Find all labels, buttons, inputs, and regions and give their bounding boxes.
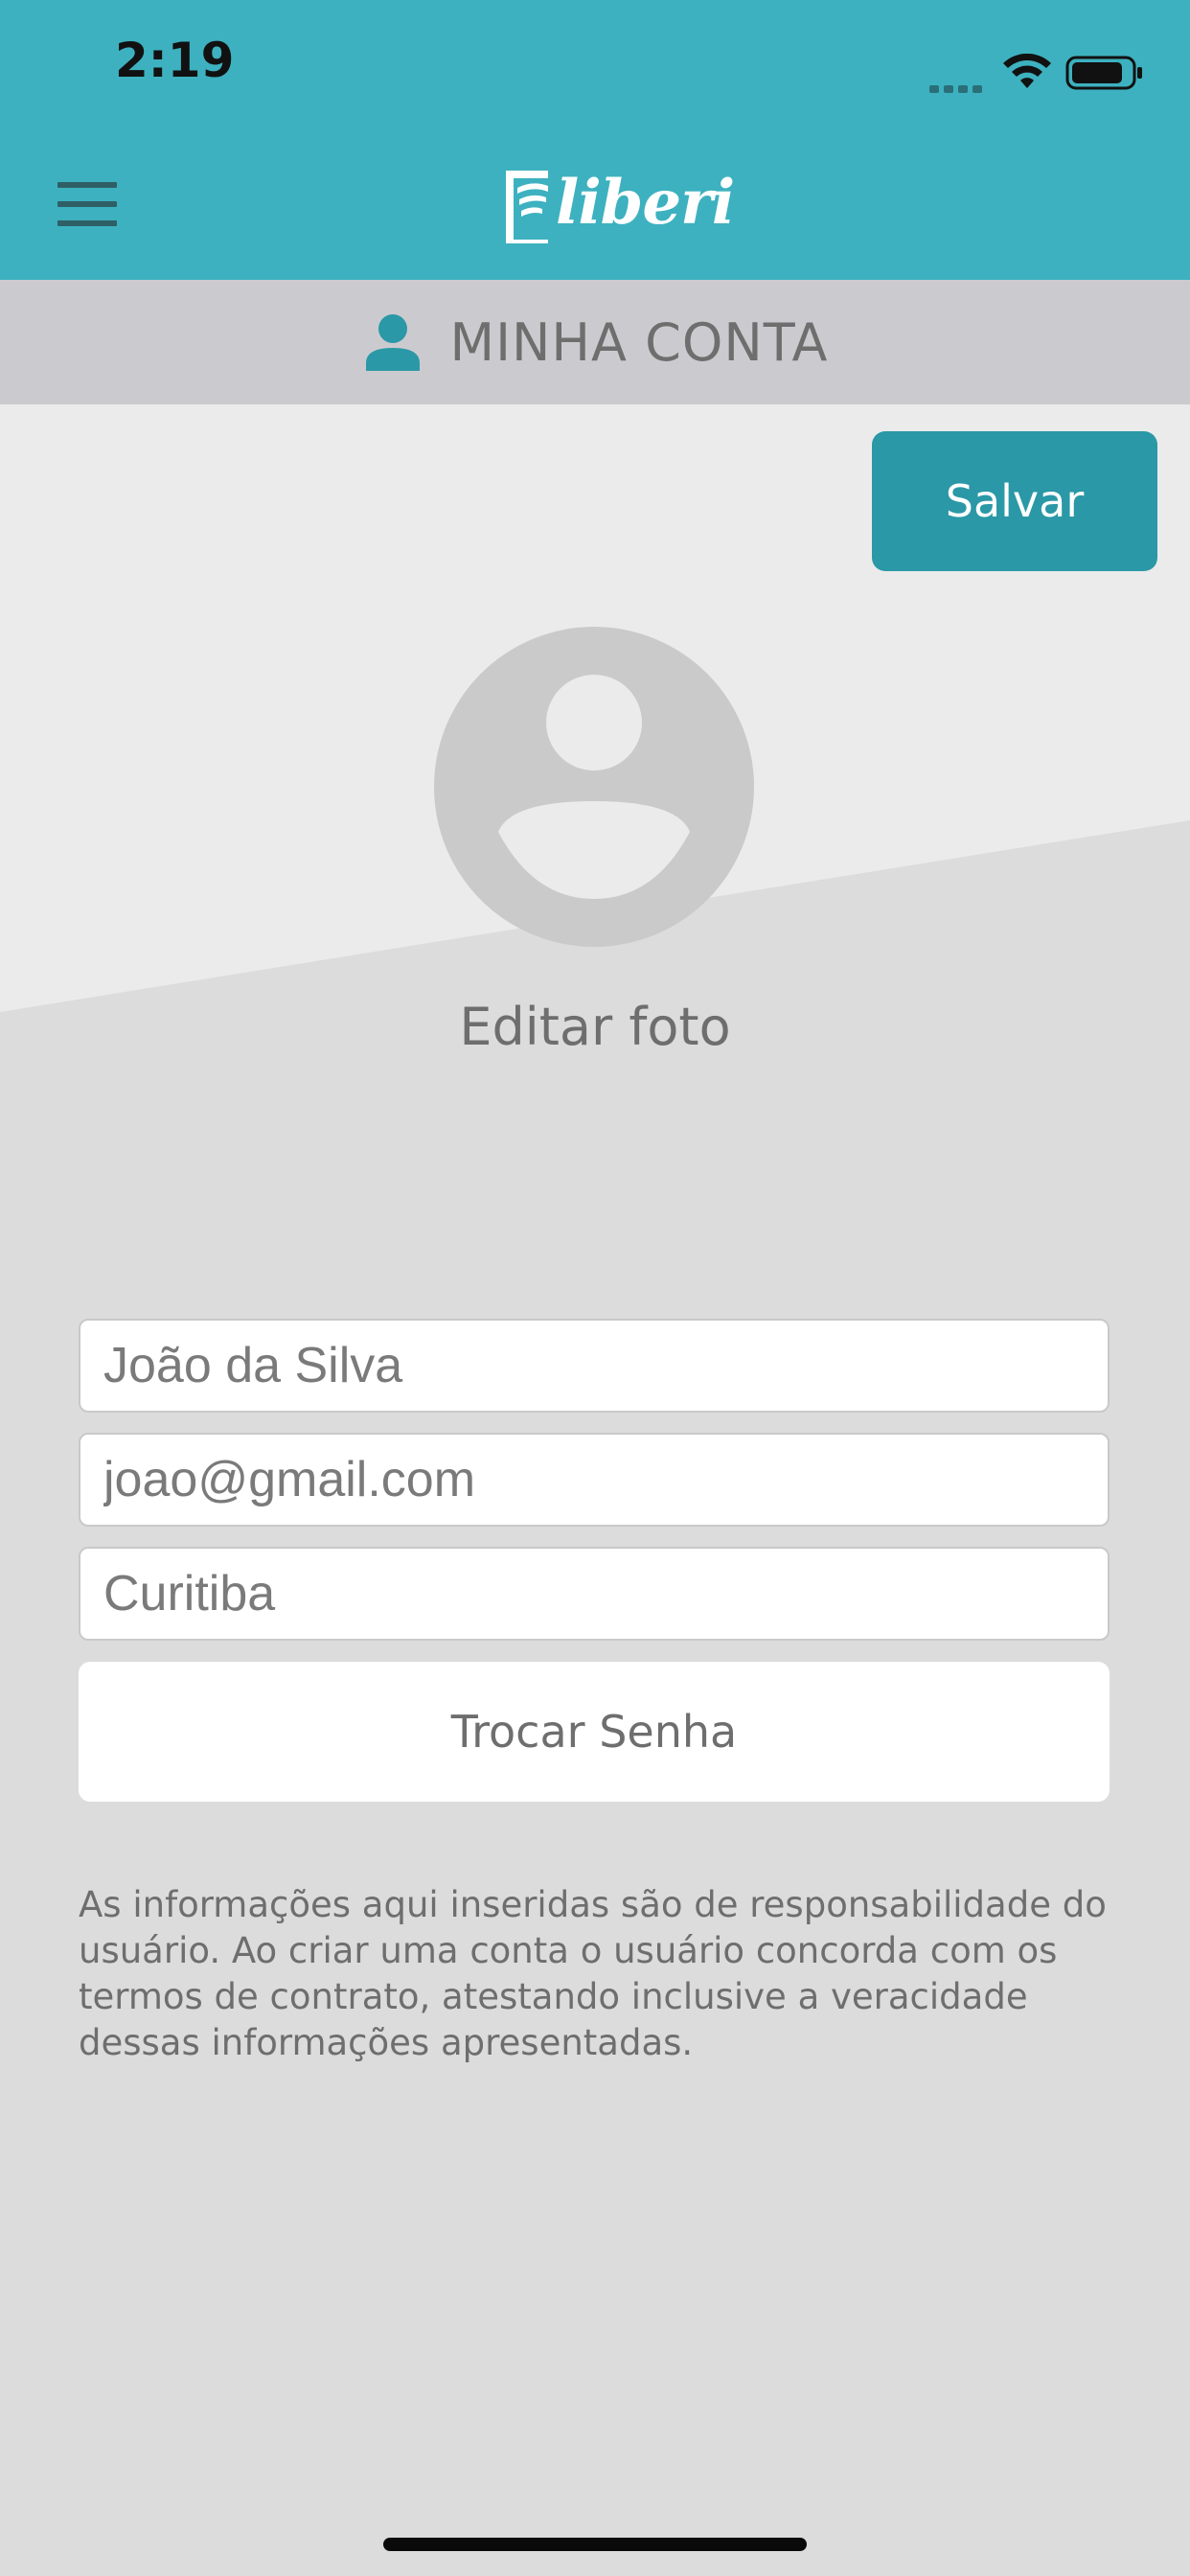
liberi-logo: liberi (498, 163, 735, 249)
logo-mark-icon (506, 171, 548, 243)
email-field[interactable] (79, 1433, 1110, 1527)
city-field[interactable] (79, 1547, 1110, 1641)
logo-text: liberi (556, 167, 735, 239)
change-password-button[interactable]: Trocar Senha (79, 1662, 1110, 1802)
account-screen: 2:19 liberi MINHA CONTA Salvar Editar fo… (0, 0, 1190, 2576)
avatar-placeholder-icon[interactable] (434, 627, 754, 947)
name-field[interactable] (79, 1319, 1110, 1413)
home-indicator[interactable] (383, 2538, 807, 2551)
page-title: MINHA CONTA (449, 311, 829, 373)
edit-photo-link[interactable]: Editar foto (0, 997, 1190, 1057)
person-icon (365, 314, 420, 371)
hamburger-menu-icon[interactable] (57, 182, 119, 230)
section-bar: MINHA CONTA (0, 280, 1190, 404)
save-button[interactable]: Salvar (872, 431, 1157, 571)
app-header: 2:19 liberi (0, 0, 1190, 280)
status-time: 2:19 (115, 33, 235, 88)
battery-icon (1065, 56, 1142, 90)
wifi-icon (1003, 54, 1051, 88)
disclaimer-text: As informações aqui inseridas são de res… (79, 1884, 1107, 2063)
cellular-signal-icon (929, 79, 987, 93)
